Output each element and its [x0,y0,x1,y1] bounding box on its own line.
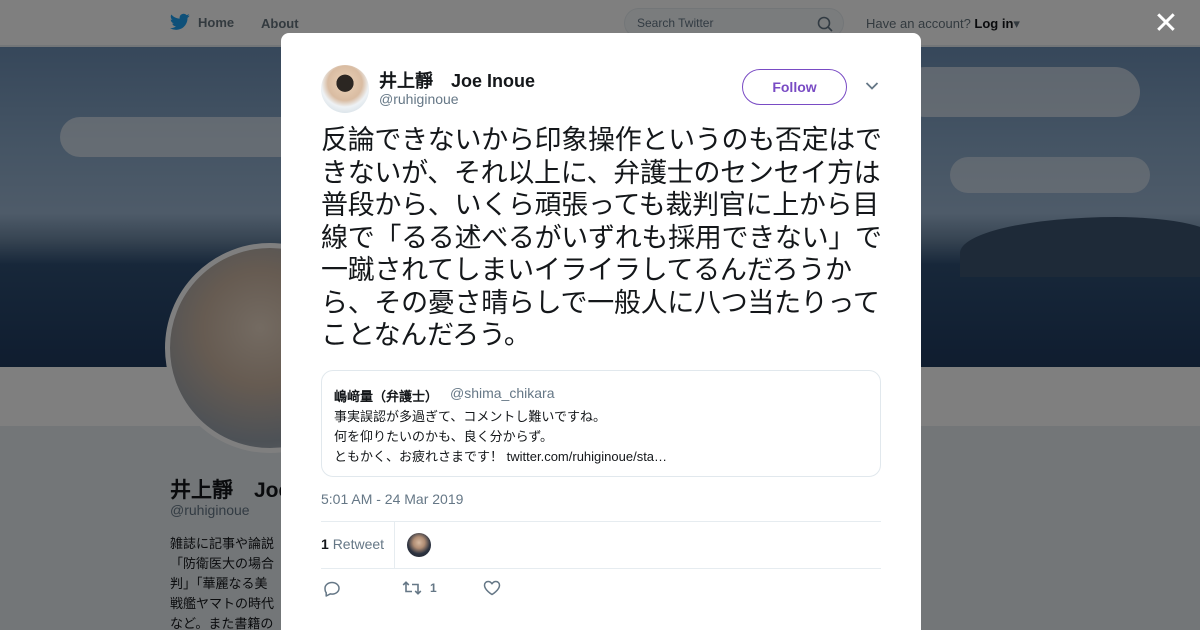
author-handle[interactable]: @ruhiginoue [379,91,459,107]
chevron-down-icon[interactable] [865,81,879,91]
retweeter-avatar[interactable] [407,533,431,557]
stats-divider [321,521,881,522]
retweet-button[interactable]: 1 [402,580,437,596]
tweet-timestamp[interactable]: 5:01 AM - 24 Mar 2019 [321,491,463,507]
close-icon[interactable]: ✕ [1152,9,1180,39]
reply-icon [324,581,340,597]
quote-text-line: ともかく、お疲れさまです！ twitter.com/ruhiginoue/sta… [334,446,667,465]
author-avatar[interactable] [321,65,369,113]
quote-author-name: 嶋﨑量（弁護士） [334,389,439,404]
stats-divider [394,521,395,568]
tweet-text: 反論できないから印象操作というのも否定はできないが、それ以上に、弁護士のセンセイ… [321,125,882,351]
like-button[interactable] [483,580,501,596]
quote-text-line: 何を仰りたいのかも、良く分からず。 [334,429,554,444]
reply-button[interactable] [323,580,341,598]
quote-author-handle: @shima_chikara [450,385,555,401]
quoted-tweet[interactable]: 嶋﨑量（弁護士） @shima_chikara 事実誤認が多過ぎて、コメントし難… [321,370,881,477]
quote-link[interactable]: twitter.com/ruhiginoue/sta… [507,449,667,464]
follow-button[interactable]: Follow [742,69,847,105]
retweet-stat[interactable]: 1 Retweet [321,536,384,552]
retweet-icon [402,581,422,595]
retweet-count: 1 [430,581,437,595]
quote-text-line: 事実誤認が多過ぎて、コメントし難いですね。 [334,409,606,424]
quote-text-prefix: ともかく、お疲れさまです！ [334,449,507,464]
retweet-stat-count: 1 [321,536,329,552]
tweet-modal: 井上靜 Joe Inoue @ruhiginoue Follow 反論できないか… [281,33,921,630]
heart-icon [483,580,501,596]
stats-divider [321,568,881,569]
retweet-stat-label: Retweet [332,536,385,552]
author-name[interactable]: 井上靜 Joe Inoue [379,67,535,93]
